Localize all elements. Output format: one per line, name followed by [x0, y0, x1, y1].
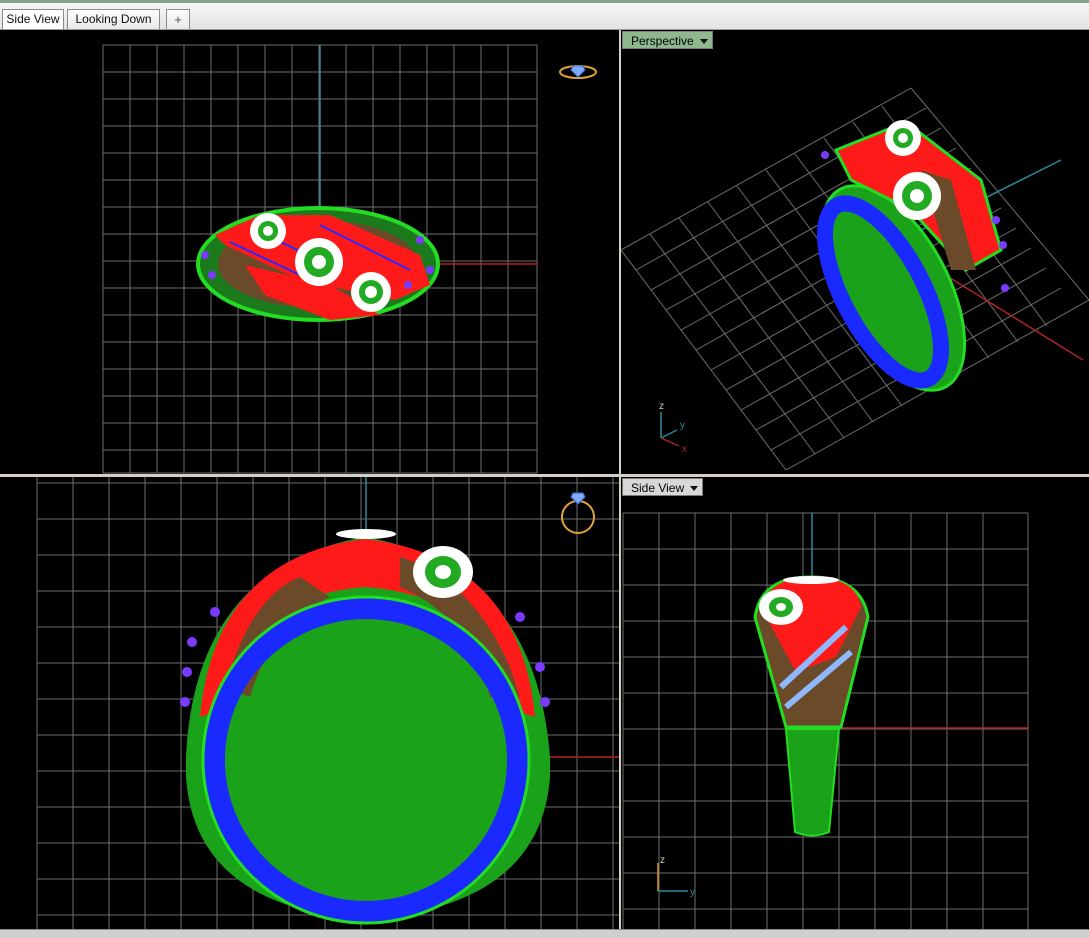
- viewport-label-side-view[interactable]: Side View: [622, 478, 704, 496]
- tab-side-view[interactable]: Side View: [2, 9, 64, 29]
- side-axis-gizmo: z y: [657, 855, 695, 898]
- side-view-canvas: z y: [622, 512, 1029, 929]
- chevron-down-icon: [690, 486, 699, 492]
- view-ring-front-icon: [561, 492, 595, 534]
- add-tab-button[interactable]: +: [166, 9, 190, 29]
- side-gizmo-y-label: y: [690, 887, 695, 898]
- viewport-label-perspective[interactable]: Perspective: [622, 31, 713, 49]
- viewport-top-left[interactable]: [0, 30, 619, 474]
- plus-icon: +: [174, 12, 182, 27]
- viewport-side-view[interactable]: z y Side View: [621, 477, 1089, 929]
- viewport-label-text: Side View: [631, 481, 685, 495]
- viewport-perspective[interactable]: z y x Perspective: [621, 30, 1089, 474]
- gizmo-x-label: x: [682, 444, 687, 455]
- ring-front-model: [180, 529, 550, 925]
- chevron-down-icon: [699, 39, 708, 45]
- ring-top-model: [196, 206, 440, 322]
- gizmo-y-label: y: [680, 420, 685, 431]
- perspective-canvas: z y x: [621, 87, 1089, 471]
- tab-looking-down[interactable]: Looking Down: [67, 9, 160, 29]
- axis-gizmo: z y x: [659, 401, 687, 455]
- tab-bar: Side View Looking Down +: [0, 3, 1089, 30]
- side-gizmo-z-label: z: [660, 855, 665, 866]
- status-bar: [0, 929, 1089, 938]
- ring-perspective-model: [816, 120, 1009, 392]
- ring-side-model: [753, 575, 870, 837]
- front-view-canvas: [36, 477, 619, 929]
- viewport-label-text: Perspective: [631, 34, 694, 48]
- viewport-bottom-left[interactable]: [0, 477, 619, 929]
- top-view-canvas: [102, 44, 597, 474]
- view-ring-icon: [559, 65, 597, 79]
- gizmo-z-label: z: [659, 401, 664, 412]
